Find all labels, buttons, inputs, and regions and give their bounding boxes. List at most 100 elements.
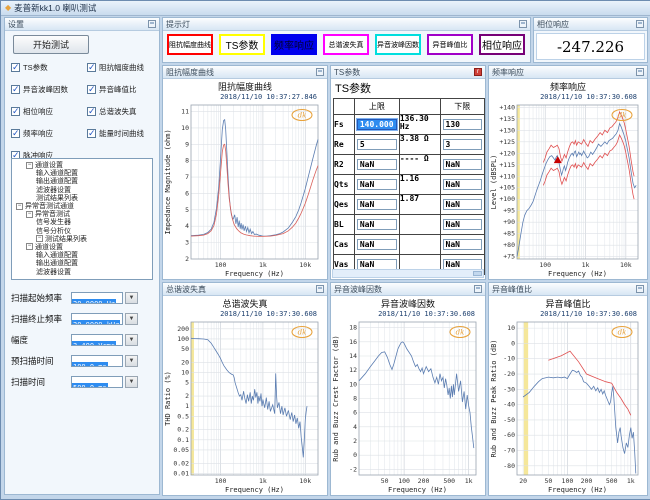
ts-upper-input[interactable]: NaN: [357, 179, 397, 190]
checkbox[interactable]: [11, 129, 20, 138]
checkbox[interactable]: [11, 85, 20, 94]
svg-text:10: 10: [181, 124, 189, 132]
ts-upper-input[interactable]: NaN: [357, 159, 397, 170]
combo-selected-text: 20.0000 Hz: [72, 299, 116, 304]
ts-upper-input[interactable]: 5: [357, 139, 397, 150]
combo-dropdown-button[interactable]: ▼: [125, 292, 138, 304]
chart-datetime: 2018/11/10 10:37:27.846: [163, 93, 327, 101]
tree-collapse-icon[interactable]: −: [26, 162, 33, 169]
maximize-icon[interactable]: [636, 68, 644, 76]
scrollbar-thumb[interactable]: [473, 271, 482, 276]
ts-upper-input[interactable]: NaN: [357, 219, 397, 230]
combo-value[interactable]: 3.400 Vrms: [71, 334, 123, 346]
svg-text:1k: 1k: [259, 261, 267, 269]
checkbox[interactable]: [87, 63, 96, 72]
tree-item[interactable]: 滤波器设置: [12, 186, 152, 194]
svg-text:5: 5: [185, 379, 189, 387]
tree-item[interactable]: −测试结果列表: [12, 235, 152, 243]
tree-item[interactable]: 输入通道配置: [12, 251, 152, 259]
indicator-light: 频率响应: [271, 34, 317, 55]
crest-panel-title: 异音波峰因数: [334, 284, 382, 295]
ts-measured-value: 1.87: [399, 195, 440, 215]
window-titlebar[interactable]: ◆ 麦普新kk1.0 喇叭测试: [1, 1, 650, 16]
app-window: ◆ 麦普新kk1.0 喇叭测试 设置 开始测试 TS参数阻抗幅度曲线异音波峰因数…: [0, 0, 650, 500]
ts-lower-input[interactable]: 130: [443, 119, 482, 130]
combo-value[interactable]: 100.0 ms: [71, 355, 123, 367]
combo-value[interactable]: 20.0000 kHz: [71, 313, 123, 325]
tree-item[interactable]: 输出通道配置: [12, 177, 152, 185]
svg-text:-40: -40: [503, 401, 515, 409]
ts-upper-input[interactable]: NaN: [357, 239, 397, 250]
svg-text:0.5: 0.5: [177, 412, 189, 420]
maximize-icon[interactable]: [316, 68, 324, 76]
tree-item[interactable]: −通道设置: [12, 243, 152, 251]
svg-text:-30: -30: [503, 385, 515, 393]
checkbox[interactable]: [11, 107, 20, 116]
combo-value[interactable]: 500.0 ms: [71, 376, 123, 388]
close-icon[interactable]: [474, 68, 482, 76]
checkbox[interactable]: [87, 129, 96, 138]
tree-item[interactable]: 输入通道配置: [12, 169, 152, 177]
maximize-icon[interactable]: [519, 20, 527, 28]
ts-lower-input[interactable]: NaN: [443, 239, 482, 250]
checkbox[interactable]: [11, 63, 20, 72]
ts-upper-input[interactable]: NaN: [357, 199, 397, 210]
checkbox-label: 能量时间曲线: [99, 128, 144, 139]
maximize-icon[interactable]: [474, 285, 482, 293]
y-axis-label: THD Ratio (%): [164, 371, 172, 426]
svg-text:200: 200: [177, 325, 189, 333]
tree-collapse-icon[interactable]: −: [26, 211, 33, 218]
tree-item[interactable]: −异常音测试: [12, 210, 152, 218]
ts-table-row: R2NaN---- ΩNaN: [334, 155, 485, 175]
checkbox[interactable]: [87, 85, 96, 94]
combo-dropdown-button[interactable]: ▼: [125, 376, 138, 388]
tree-item[interactable]: 输出通道配置: [12, 259, 152, 267]
tree-item[interactable]: −通道设置: [12, 161, 152, 169]
svg-text:+95: +95: [503, 207, 515, 215]
svg-text:500: 500: [443, 477, 455, 485]
maximize-icon[interactable]: [316, 285, 324, 293]
thd-panel: 总谐波失真 总谐波失真 2018/11/10 10:37:30.608 1001…: [162, 282, 328, 496]
ts-upper-input[interactable]: 140.000: [357, 119, 397, 130]
ts-lower-input[interactable]: NaN: [443, 199, 482, 210]
ts-table-row: QesNaN1.87NaN: [334, 195, 485, 215]
ts-lower-input[interactable]: NaN: [443, 219, 482, 230]
settings-panel-title: 设置: [8, 19, 24, 30]
combo-dropdown-button[interactable]: ▼: [125, 334, 138, 346]
lights-panel-body: 阻抗幅度曲线TS参数频率响应总谐波失真异音波峰因数异音峰值比相位响应: [163, 31, 530, 62]
combo-dropdown-button[interactable]: ▼: [125, 355, 138, 367]
combo-selected-text: 500.0 ms: [72, 383, 108, 388]
svg-text:2: 2: [185, 392, 189, 400]
freq-response-panel-title: 频率响应: [492, 67, 524, 78]
checkbox[interactable]: [87, 107, 96, 116]
svg-text:0: 0: [511, 339, 515, 347]
form-field-row: 扫描起始频率20.0000 Hz▼: [11, 287, 157, 308]
out-of-range-band: [524, 322, 528, 475]
svg-text:200: 200: [418, 477, 430, 485]
tree-collapse-icon[interactable]: −: [16, 203, 23, 210]
svg-text:50: 50: [181, 345, 189, 353]
ts-table-row: BLNaNNaN: [334, 215, 485, 235]
ts-lower-input[interactable]: NaN: [443, 179, 482, 190]
ts-lower-input[interactable]: NaN: [443, 159, 482, 170]
ts-measured-value: 1.16: [399, 175, 440, 195]
tree-item[interactable]: 信号发生器: [12, 218, 152, 226]
maximize-icon[interactable]: [636, 20, 644, 28]
phase-response-panel: 相位响应 -247.226: [533, 17, 648, 63]
tree-item[interactable]: −异常音测试通道: [12, 202, 152, 210]
maximize-icon[interactable]: [148, 20, 156, 28]
combo-value[interactable]: 20.0000 Hz: [71, 292, 123, 304]
tree-item[interactable]: 滤波器设置: [12, 267, 152, 275]
combo-dropdown-button[interactable]: ▼: [125, 313, 138, 325]
tree-collapse-icon[interactable]: −: [26, 243, 33, 250]
horizontal-scrollbar[interactable]: [332, 269, 484, 278]
ts-lower-input[interactable]: 3: [443, 139, 482, 150]
start-test-button[interactable]: 开始测试: [13, 35, 89, 54]
svg-text:1k: 1k: [465, 477, 473, 485]
ts-heading: TS参数: [331, 79, 485, 98]
svg-text:11: 11: [181, 108, 189, 116]
checkbox-label: 异音峰值比: [99, 84, 137, 95]
form-field-row: 幅度3.400 Vrms▼: [11, 329, 157, 350]
ts-param-name: Qts: [334, 175, 355, 195]
maximize-icon[interactable]: [636, 285, 644, 293]
